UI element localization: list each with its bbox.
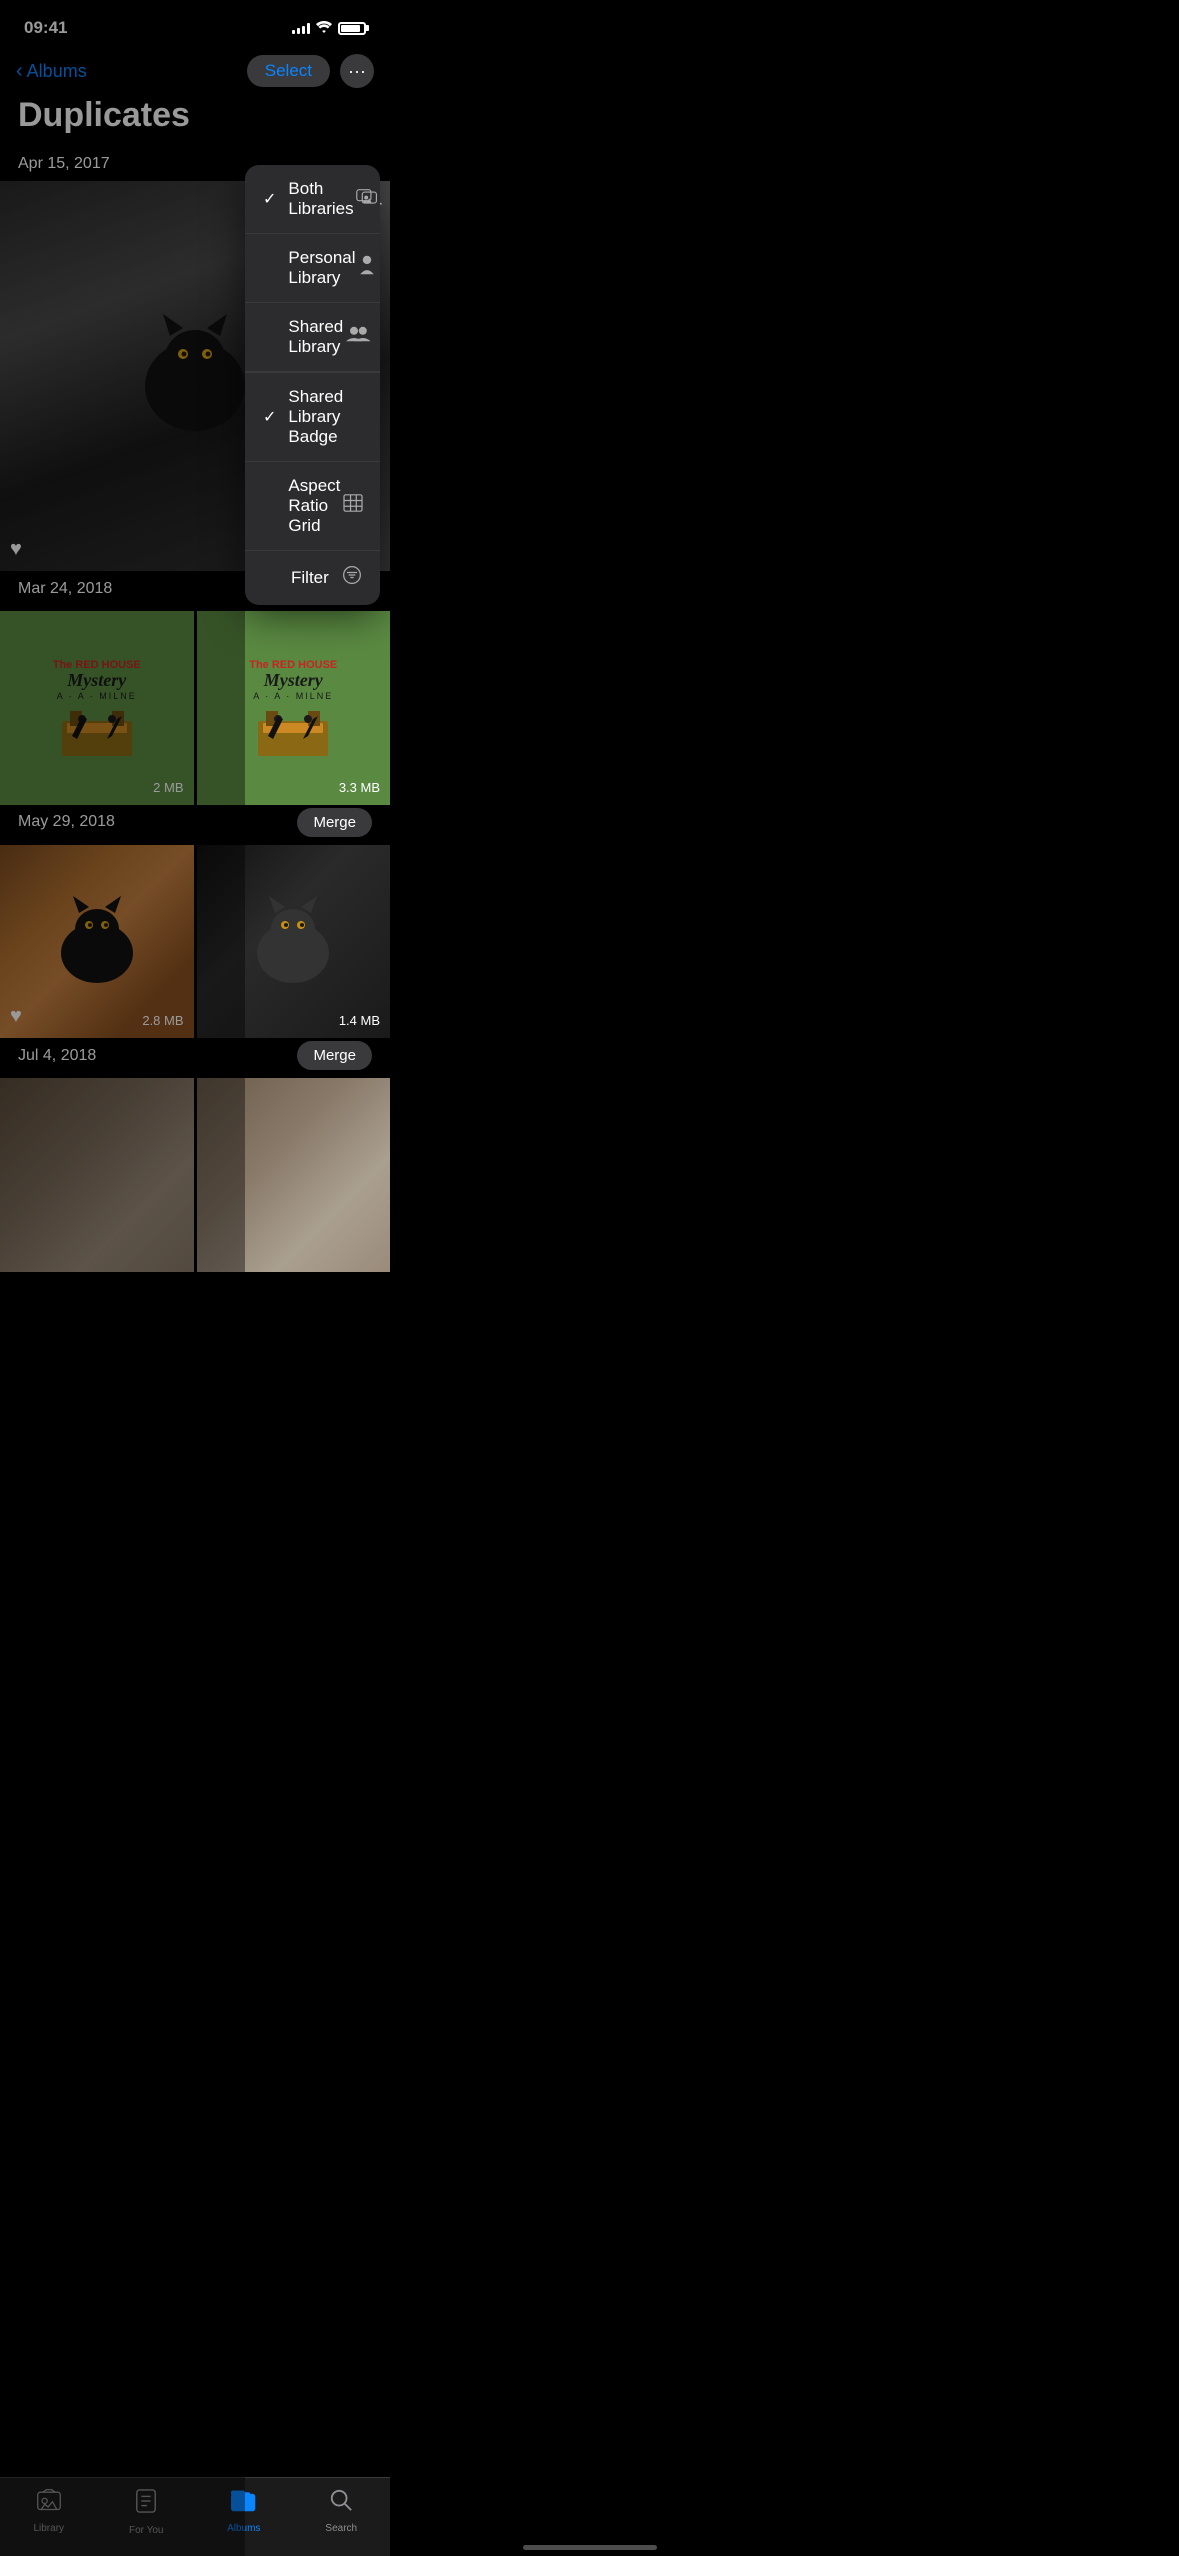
status-bar: 09:41 bbox=[0, 0, 390, 50]
dropdown-item-shared-library[interactable]: ✓ Shared Library bbox=[245, 303, 380, 372]
status-icons bbox=[292, 20, 366, 36]
filter-label: Filter bbox=[291, 568, 329, 588]
photo-group-3: ♥ 2.8 MB 1.4 MB bbox=[0, 845, 390, 1039]
status-time: 09:41 bbox=[24, 18, 67, 38]
photo-group-2: The RED HOUSE Mystery A · A · MILNE 2 MB bbox=[0, 611, 390, 805]
tab-search[interactable]: Search bbox=[293, 2488, 391, 2534]
cat-silhouette-icon bbox=[125, 306, 265, 446]
cat-silhouette-3-icon bbox=[243, 891, 343, 991]
filter-icon bbox=[342, 565, 362, 591]
photo-cat-3[interactable]: 1.4 MB bbox=[197, 845, 391, 1039]
heart-icon-2: ♥ bbox=[10, 1005, 22, 1028]
person-icon bbox=[358, 254, 376, 282]
photo-book-2[interactable]: The RED HOUSE Mystery A · A · MILNE 3.3 … bbox=[197, 611, 391, 805]
nav-actions: Select ··· bbox=[247, 54, 374, 88]
albums-icon bbox=[231, 2488, 257, 2519]
tab-library[interactable]: Library bbox=[0, 2488, 98, 2534]
personal-library-label: Personal Library bbox=[288, 248, 358, 288]
cat-silhouette-2-icon bbox=[47, 891, 147, 991]
dropdown-item-shared-badge[interactable]: ✓ Shared Library Badge bbox=[245, 373, 380, 462]
checkmark-both-icon: ✓ bbox=[263, 189, 276, 209]
signal-bars-icon bbox=[292, 22, 310, 34]
book-title-main-2: Mystery bbox=[264, 671, 323, 689]
shared-library-badge-label: Shared Library Badge bbox=[288, 387, 362, 447]
dropdown-menu: ✓ Both Libraries ✓ Personal Library bbox=[245, 165, 380, 605]
merge-button-3[interactable]: Merge bbox=[297, 808, 372, 837]
date-row-4: Jul 4, 2018 Merge bbox=[0, 1041, 390, 1070]
nav-bar: ‹ Albums Select ··· bbox=[0, 50, 390, 96]
checkmark-badge-icon: ✓ bbox=[263, 407, 276, 427]
date-label-4: Jul 4, 2018 bbox=[18, 1047, 96, 1065]
grid-icon bbox=[343, 494, 363, 518]
tab-for-you[interactable]: For You bbox=[98, 2488, 196, 2536]
book-illustration-icon-2 bbox=[258, 701, 328, 756]
wifi-icon bbox=[316, 20, 332, 36]
heart-icon: ♥ bbox=[10, 538, 22, 561]
tab-albums[interactable]: Albums bbox=[195, 2488, 293, 2534]
library-icon bbox=[36, 2488, 62, 2519]
dropdown-item-aspect-ratio[interactable]: ✓ Aspect Ratio Grid bbox=[245, 462, 380, 551]
tab-library-label: Library bbox=[33, 2523, 64, 2534]
people-icon bbox=[346, 325, 370, 349]
date-label-1: Apr 15, 2017 bbox=[18, 155, 110, 172]
more-button[interactable]: ··· bbox=[340, 54, 374, 88]
photo-size-cat-2: 2.8 MB bbox=[142, 1013, 183, 1028]
ellipsis-icon: ··· bbox=[348, 61, 366, 82]
dropdown-item-both-libraries[interactable]: ✓ Both Libraries bbox=[245, 165, 380, 234]
photos-icon bbox=[356, 187, 378, 211]
book-illustration-icon bbox=[62, 701, 132, 756]
photo-size-book-2: 3.3 MB bbox=[339, 780, 380, 795]
date-label-3: May 29, 2018 bbox=[18, 813, 115, 831]
book-title-main-1: Mystery bbox=[67, 671, 126, 689]
photo-book-1[interactable]: The RED HOUSE Mystery A · A · MILNE 2 MB bbox=[0, 611, 194, 805]
merge-button-4[interactable]: Merge bbox=[297, 1041, 372, 1070]
photo-group-4 bbox=[0, 1078, 390, 1272]
book-author-1: A · A · MILNE bbox=[57, 691, 137, 701]
tab-bar: Library For You Albums bbox=[0, 2477, 390, 2556]
tab-search-label: Search bbox=[325, 2523, 357, 2534]
shared-library-label: Shared Library bbox=[288, 317, 345, 357]
tab-albums-label: Albums bbox=[227, 2523, 260, 2534]
date-row-3: May 29, 2018 Merge bbox=[0, 808, 390, 837]
both-libraries-label: Both Libraries bbox=[288, 179, 356, 219]
dropdown-item-filter[interactable]: ✓ Filter bbox=[245, 551, 380, 605]
back-button[interactable]: ‹ Albums bbox=[16, 60, 87, 83]
battery-icon bbox=[338, 22, 366, 35]
photo-rocks-1[interactable] bbox=[0, 1078, 194, 1272]
aspect-ratio-label: Aspect Ratio Grid bbox=[288, 476, 343, 536]
select-button[interactable]: Select bbox=[247, 55, 330, 87]
home-indicator bbox=[523, 2545, 657, 2550]
photo-size-book-1: 2 MB bbox=[153, 780, 183, 795]
page-title: Duplicates bbox=[0, 96, 390, 139]
dropdown-item-personal-library[interactable]: ✓ Personal Library bbox=[245, 234, 380, 303]
photo-rocks-2[interactable] bbox=[197, 1078, 391, 1272]
search-icon bbox=[329, 2488, 353, 2519]
for-you-icon bbox=[134, 2488, 158, 2521]
photo-size-cat-3: 1.4 MB bbox=[339, 1013, 380, 1028]
back-chevron-icon: ‹ bbox=[16, 60, 23, 83]
photo-cat-2[interactable]: ♥ 2.8 MB bbox=[0, 845, 194, 1039]
book-author-2: A · A · MILNE bbox=[253, 691, 333, 701]
tab-for-you-label: For You bbox=[129, 2525, 163, 2536]
date-label-2: Mar 24, 2018 bbox=[18, 580, 112, 598]
back-label: Albums bbox=[27, 61, 87, 82]
